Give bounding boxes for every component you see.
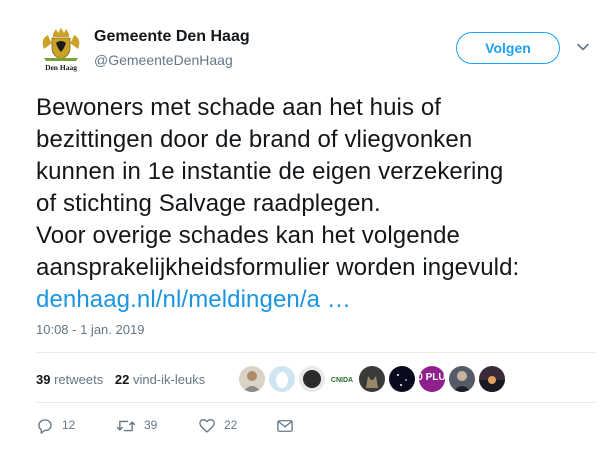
retweet-icon — [116, 420, 136, 432]
engagement-stats: 39 retweets 22 vind-ik-leuks — [36, 372, 213, 387]
tweet-line: kunnen in 1e instantie de eigen verzeker… — [36, 158, 504, 185]
tweet-header: Den Haag Gemeente Den Haag @GemeenteDenH… — [36, 22, 596, 74]
tweet-line: bezittingen door de brand of vliegvonken — [36, 126, 473, 153]
tweet-link[interactable]: denhaag.nl/nl/meldingen/a … — [36, 284, 601, 316]
tweet-timestamp[interactable]: 10:08 - 1 jan. 2019 — [36, 322, 144, 337]
user-handle[interactable]: @GemeenteDenHaag — [94, 52, 233, 68]
display-name[interactable]: Gemeente Den Haag — [94, 28, 250, 46]
liker-avatar[interactable]: 50 PLUS — [418, 365, 446, 393]
tweet-line: Voor overige schades kan het volgende — [36, 222, 460, 249]
retweets-count: 39 — [36, 372, 51, 387]
retweet-button[interactable]: 39 — [116, 414, 157, 436]
liker-avatar[interactable] — [448, 365, 476, 393]
avatar-logo-text: Den Haag — [45, 63, 77, 72]
profile-avatar[interactable]: Den Haag — [36, 25, 86, 73]
likes-label: vind-ik-leuks — [132, 372, 206, 387]
liker-avatar-label: CNIDA — [331, 377, 353, 384]
retweets-stat[interactable]: 39 retweets — [36, 372, 103, 387]
reply-icon — [38, 419, 52, 434]
like-count: 22 — [224, 418, 238, 432]
tweet-line: of stichting Salvage raadplegen. — [36, 190, 381, 217]
liker-avatar-label: 50 PLUS — [419, 372, 445, 383]
envelope-icon — [277, 419, 293, 432]
tweet-line: Bewoners met schade aan het huis of — [36, 94, 442, 121]
more-options-chevron-down-icon[interactable] — [576, 40, 590, 54]
likes-stat[interactable]: 22 vind-ik-leuks — [115, 372, 205, 387]
liker-avatar[interactable] — [478, 365, 506, 393]
tweet-text: Bewoners met schade aan het huis of bezi… — [36, 92, 601, 316]
likes-count: 22 — [114, 372, 130, 387]
tweet-line: aansprakelijkheidsformulier worden ingev… — [36, 254, 520, 281]
liker-avatar[interactable] — [298, 365, 326, 393]
like-button[interactable]: 22 — [198, 414, 237, 436]
heart-icon — [199, 418, 215, 433]
liker-avatar[interactable] — [268, 365, 296, 393]
retweets-label: retweets — [54, 372, 104, 387]
reply-button[interactable]: 12 — [36, 414, 75, 436]
den-haag-coat-of-arms-icon: Den Haag — [36, 25, 86, 73]
liker-avatar[interactable] — [358, 365, 386, 393]
liker-avatar[interactable]: CNIDA — [328, 365, 356, 393]
reply-count: 12 — [62, 418, 76, 432]
direct-message-button[interactable] — [276, 414, 294, 436]
divider — [36, 402, 596, 403]
liker-avatar[interactable] — [388, 365, 416, 393]
follow-button[interactable]: Volgen — [456, 32, 560, 64]
divider — [36, 352, 596, 353]
retweet-count: 39 — [144, 418, 158, 432]
liker-avatar[interactable] — [238, 365, 266, 393]
